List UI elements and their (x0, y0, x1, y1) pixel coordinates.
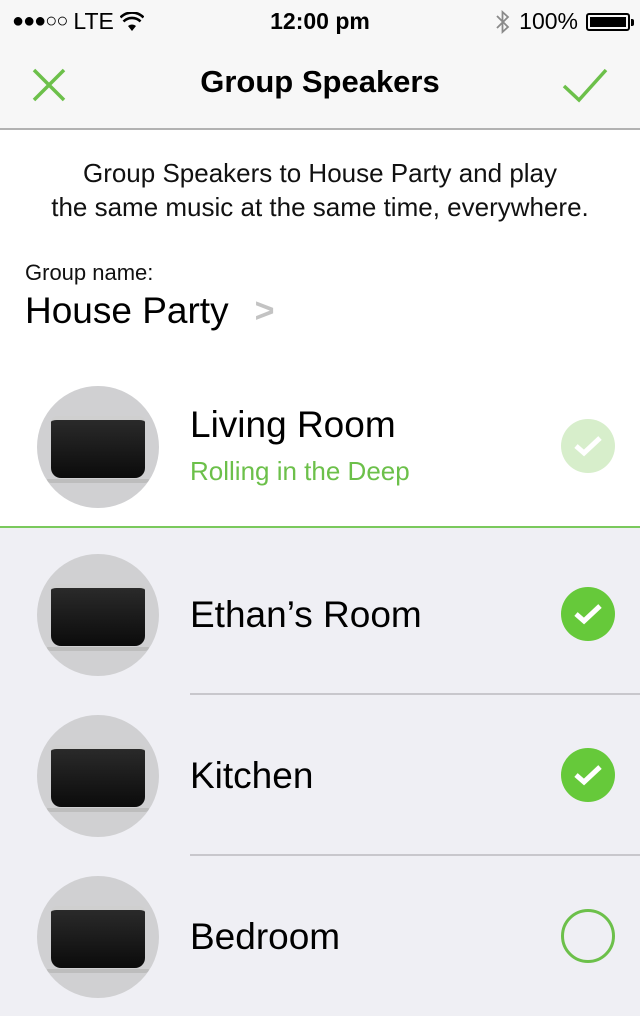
host-divider (0, 526, 640, 528)
speaker-row-ethans-room[interactable]: Ethan’s Room (0, 554, 640, 694)
group-name-label: Group name: (25, 260, 154, 285)
checkmark-icon (574, 436, 602, 457)
group-name-value: House Party (25, 290, 229, 331)
battery-icon (586, 12, 634, 31)
speaker-name: Bedroom (190, 916, 341, 957)
speaker-checkbox[interactable] (561, 587, 615, 641)
status-bar: ●●●○○ LTE 12:00 pm 100% (0, 0, 640, 40)
speaker-row-kitchen[interactable]: Kitchen (0, 715, 640, 855)
speaker-image (37, 876, 159, 998)
speaker-image (37, 386, 159, 508)
navigation-bar: Group Speakers (0, 40, 640, 130)
speaker-name: Ethan’s Room (190, 594, 422, 635)
speaker-name: Living Room (190, 404, 396, 445)
page-title: Group Speakers (200, 64, 440, 99)
checkmark-icon (574, 604, 602, 625)
battery-percent: 100% (519, 8, 578, 34)
row-divider (190, 693, 640, 695)
speaker-image (37, 554, 159, 676)
speaker-row-living-room[interactable]: Living Room Rolling in the Deep (0, 386, 640, 526)
checkmark-icon (574, 765, 602, 786)
row-divider (190, 854, 640, 856)
bluetooth-icon (496, 9, 510, 34)
speaker-checkbox[interactable] (561, 909, 615, 963)
speaker-image (37, 715, 159, 837)
description: Group Speakers to House Party and play t… (51, 158, 589, 222)
speaker-checkbox[interactable] (561, 748, 615, 802)
chevron-right-icon: > (254, 291, 275, 330)
speaker-name: Kitchen (190, 755, 314, 796)
now-playing: Rolling in the Deep (190, 456, 410, 486)
checkmark-icon (562, 68, 608, 103)
speaker-row-bedroom[interactable]: Bedroom (0, 876, 640, 1016)
group-name-field[interactable]: House Party > (25, 290, 274, 332)
speaker-checkbox[interactable] (561, 419, 615, 473)
done-button[interactable] (562, 62, 610, 110)
